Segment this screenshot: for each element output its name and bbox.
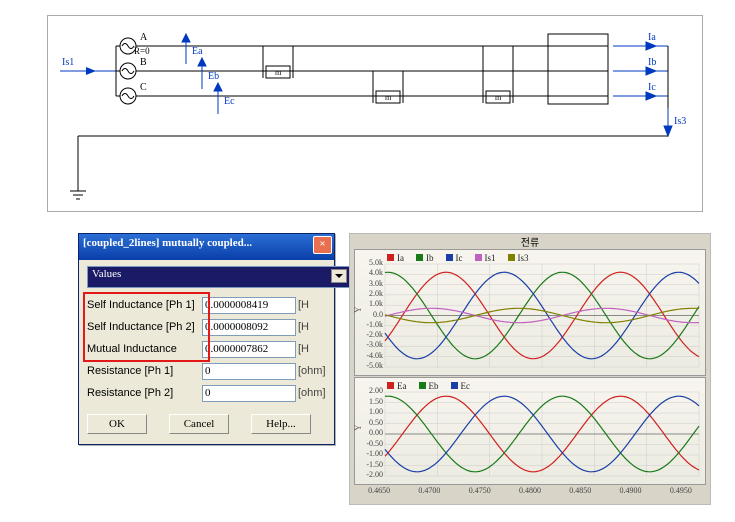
row-r1: Resistance [Ph 1] [ohm] — [87, 360, 326, 382]
xtick: 0.4750 — [455, 486, 505, 496]
circuit-schematic: A B C R=0 Is1 Ea Eb Ec — [47, 15, 703, 212]
plot-currents: Y IaIbIcIs1Is3 5.0k4.0k3.0k2.0k1.0k0.0-1… — [354, 249, 706, 376]
input-self-l1[interactable] — [202, 297, 296, 314]
load-block — [548, 34, 608, 104]
xtick: 0.4700 — [404, 486, 454, 496]
label-eb: Eb — [208, 71, 219, 82]
unit-self-l2: [H — [298, 321, 309, 333]
row-self-l2: Self Inductance [Ph 2] [H — [87, 316, 326, 338]
cancel-button[interactable]: Cancel — [169, 414, 229, 434]
ytick: 1.0k — [357, 299, 383, 308]
label-is3: Is3 — [674, 116, 686, 127]
label-source-c: C — [140, 82, 147, 93]
xtick: 0.4800 — [505, 486, 555, 496]
plot-voltages: Y EaEbEc 2.001.501.000.500.00-0.50-1.00-… — [354, 377, 706, 485]
row-mutual-l: Mutual Inductance [H — [87, 338, 326, 360]
input-r2[interactable] — [202, 385, 296, 402]
ytick: -1.00 — [357, 449, 383, 458]
unit-mutual-l: [H — [298, 343, 309, 355]
ytick: 3.0k — [357, 279, 383, 288]
ytick: -4.0k — [357, 351, 383, 360]
unit-r1: [ohm] — [298, 365, 326, 377]
svg-text:m: m — [385, 93, 392, 102]
unit-self-l1: [H — [298, 299, 309, 311]
row-r2: Resistance [Ph 2] [ohm] — [87, 382, 326, 404]
ytick: 2.0k — [357, 289, 383, 298]
unit-r2: [ohm] — [298, 387, 326, 399]
ytick: 0.00 — [357, 428, 383, 437]
label-ib: Ib — [648, 57, 656, 68]
ytick: -5.0k — [357, 361, 383, 370]
row-self-l1: Self Inductance [Ph 1] [H — [87, 294, 326, 316]
close-icon[interactable]: × — [313, 236, 332, 254]
waveform-panel: 전류 Y IaIbIcIs1Is3 5.0k4.0k3.0k2.0k1.0k0.… — [349, 233, 711, 505]
label-is1: Is1 — [62, 57, 74, 68]
x-axis-ticks: 0.46500.47000.47500.48000.48500.49000.49… — [354, 486, 706, 496]
label-r1: Resistance [Ph 1] — [87, 365, 202, 377]
xtick: 0.4650 — [354, 486, 404, 496]
ytick: -1.50 — [357, 460, 383, 469]
label-source-b: B — [140, 57, 147, 68]
values-dropdown[interactable]: Values — [87, 266, 350, 288]
scope-title: 전류 — [350, 234, 710, 248]
label-r-zero: R=0 — [134, 46, 150, 56]
label-self-l2: Self Inductance [Ph 2] — [87, 321, 202, 333]
coupled-block-3: m — [483, 46, 513, 103]
label-source-a: A — [140, 32, 148, 43]
label-ec: Ec — [224, 96, 235, 107]
ytick: -0.50 — [357, 439, 383, 448]
coupled-block-1: m — [263, 46, 293, 78]
ytick: -1.0k — [357, 320, 383, 329]
xtick: 0.4950 — [656, 486, 706, 496]
input-r1[interactable] — [202, 363, 296, 380]
ytick: 2.00 — [357, 386, 383, 395]
ytick: 5.0k — [357, 258, 383, 267]
label-mutual-l: Mutual Inductance — [87, 343, 202, 355]
ok-button[interactable]: OK — [87, 414, 147, 434]
label-ic: Ic — [648, 82, 656, 93]
label-ea: Ea — [192, 46, 203, 57]
xtick: 0.4850 — [555, 486, 605, 496]
svg-text:m: m — [275, 68, 282, 77]
ytick: 1.50 — [357, 397, 383, 406]
ytick: 0.50 — [357, 418, 383, 427]
label-ia: Ia — [648, 32, 656, 43]
svg-text:m: m — [495, 93, 502, 102]
input-self-l2[interactable] — [202, 319, 296, 336]
input-mutual-l[interactable] — [202, 341, 296, 358]
coupled-lines-dialog: [coupled_2lines] mutually coupled... × V… — [78, 233, 335, 445]
label-r2: Resistance [Ph 2] — [87, 387, 202, 399]
ytick: 0.0 — [357, 310, 383, 319]
dialog-title-text: [coupled_2lines] mutually coupled... — [83, 237, 252, 249]
ytick: -2.00 — [357, 470, 383, 479]
ytick: 4.0k — [357, 268, 383, 277]
coupled-block-2: m — [373, 71, 403, 103]
label-self-l1: Self Inductance [Ph 1] — [87, 299, 202, 311]
xtick: 0.4900 — [605, 486, 655, 496]
help-button[interactable]: Help... — [251, 414, 311, 434]
ytick: 1.00 — [357, 407, 383, 416]
ytick: -2.0k — [357, 330, 383, 339]
ytick: -3.0k — [357, 340, 383, 349]
values-dropdown-label: Values — [92, 268, 121, 280]
dialog-titlebar[interactable]: [coupled_2lines] mutually coupled... × — [79, 234, 334, 260]
